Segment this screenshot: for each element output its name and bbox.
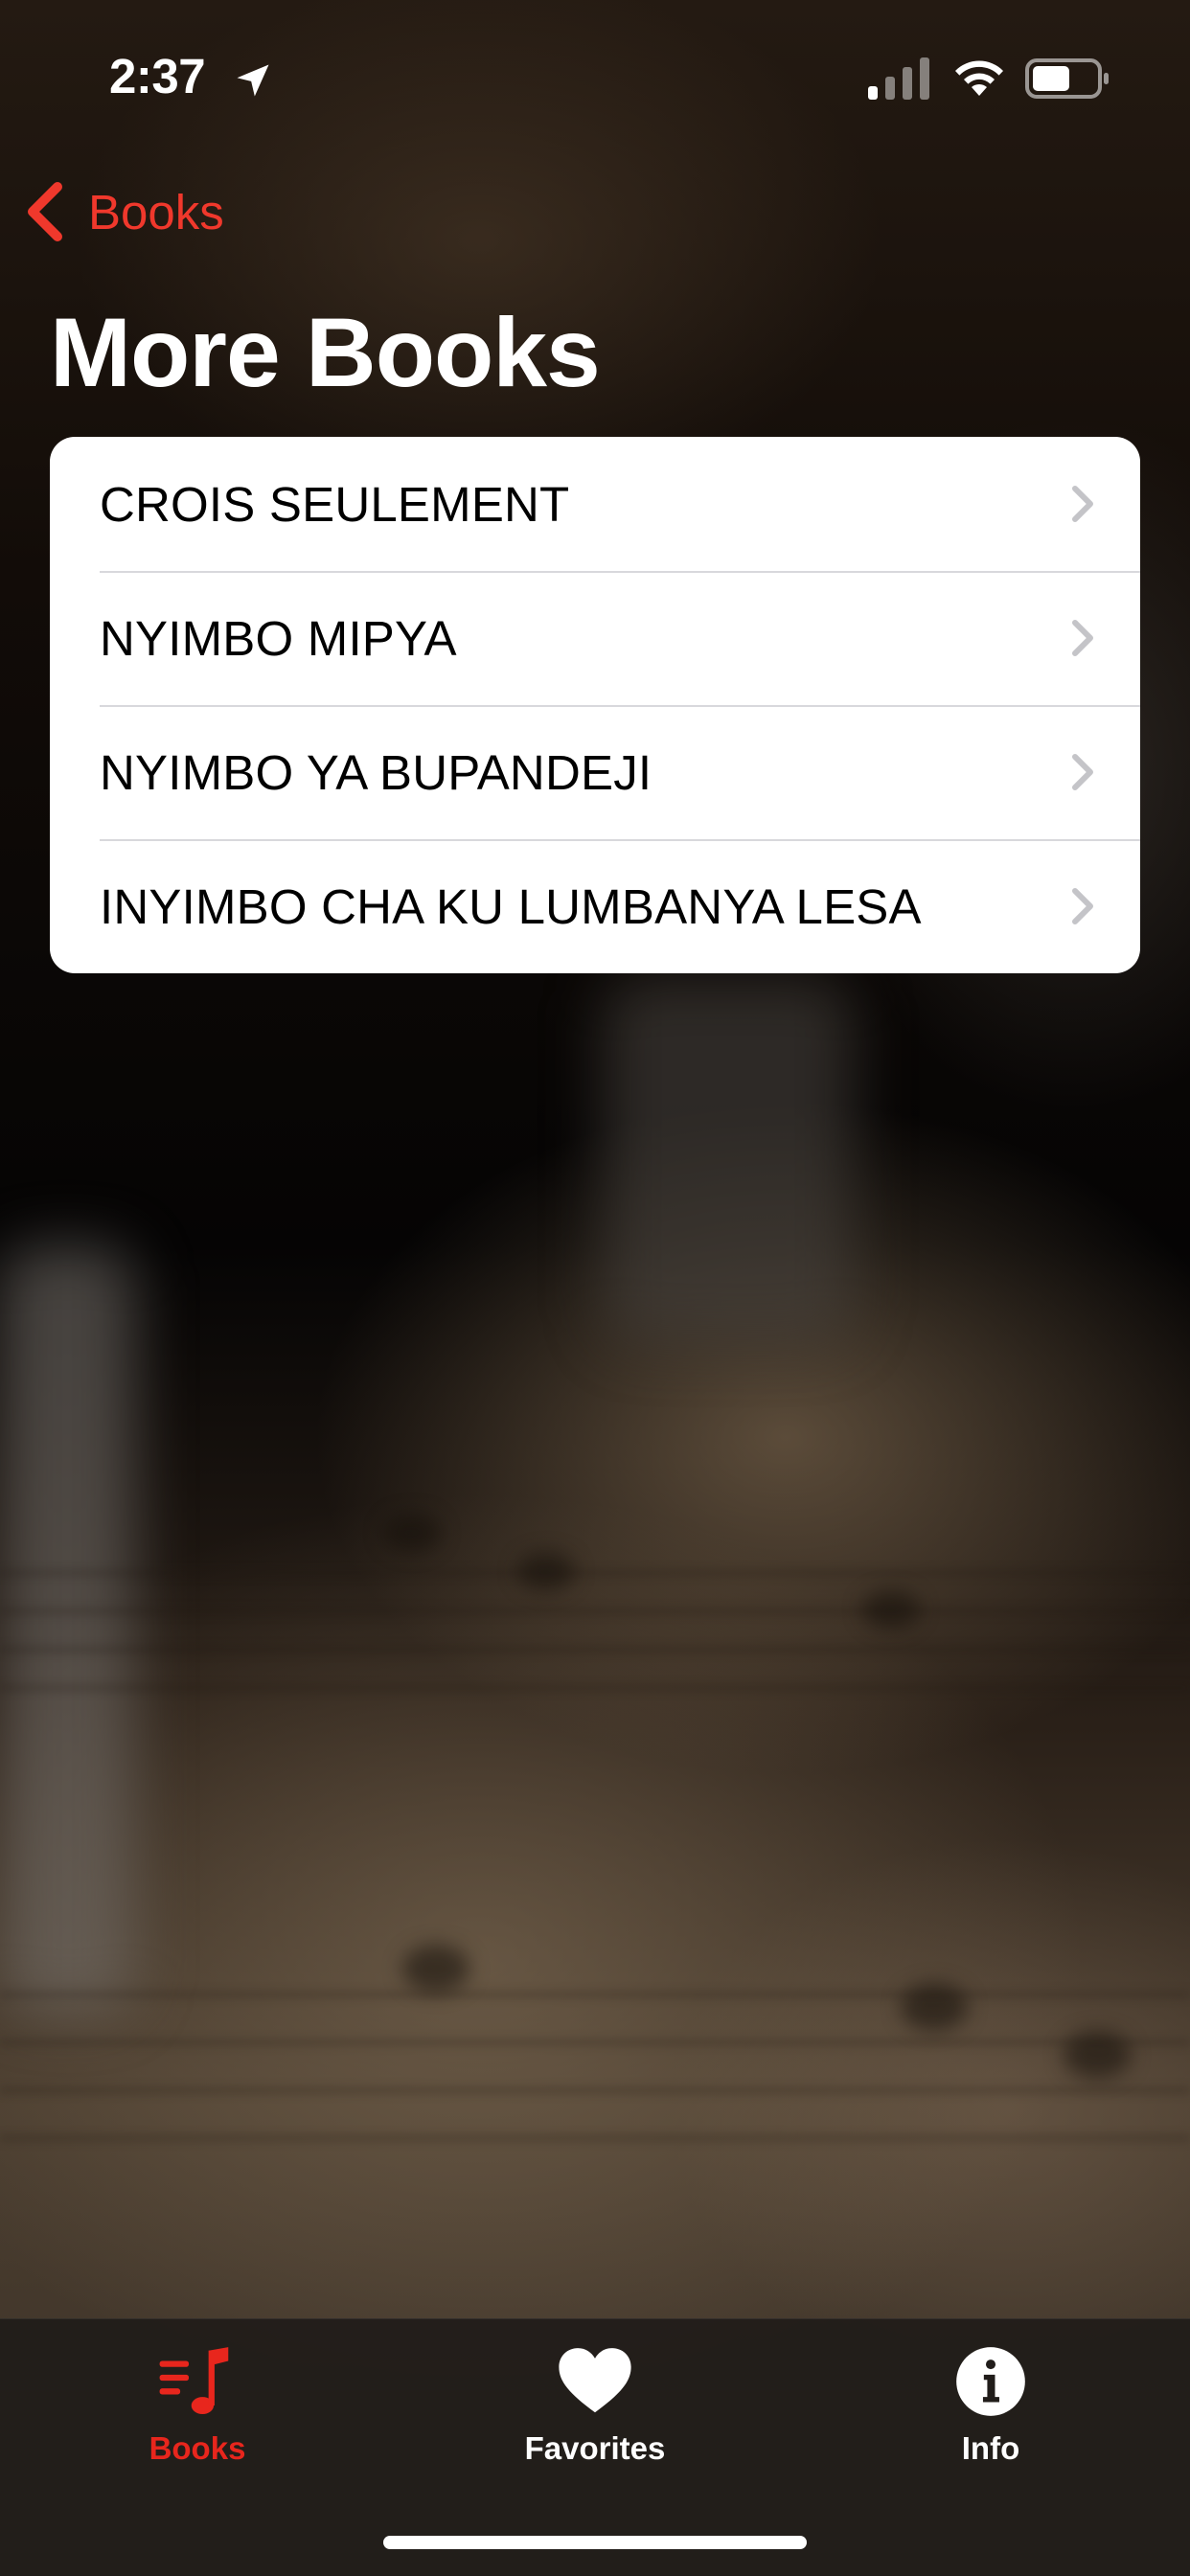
book-row-nyimbo-ya-bupandeji[interactable]: NYIMBO YA BUPANDEJI: [50, 705, 1140, 839]
tab-books-label: Books: [149, 2430, 246, 2466]
page-title: More Books: [50, 298, 601, 407]
battery-icon: [1025, 58, 1109, 99]
tab-books[interactable]: Books: [82, 2340, 312, 2494]
back-button-label: Books: [88, 184, 224, 239]
tab-info-label: Info: [961, 2430, 1020, 2466]
tab-favorites-label: Favorites: [524, 2430, 666, 2466]
chevron-right-icon: [1072, 486, 1093, 522]
info-icon: [956, 2347, 1025, 2416]
chevron-right-icon: [1072, 888, 1093, 924]
music-list-icon: [159, 2347, 229, 2415]
cellular-signal-icon: [868, 57, 929, 100]
tab-info[interactable]: Info: [876, 2340, 1106, 2494]
heart-icon: [559, 2348, 631, 2413]
status-time: 2:37: [109, 49, 206, 103]
book-row-inyimbo-cha-ku-lumbanya-lesa[interactable]: INYIMBO CHA KU LUMBANYA LESA: [50, 839, 1140, 973]
book-row-crois-seulement[interactable]: CROIS SEULEMENT: [50, 437, 1140, 571]
book-label: NYIMBO MIPYA: [100, 610, 457, 666]
wifi-icon: [955, 60, 1003, 96]
book-label: NYIMBO YA BUPANDEJI: [100, 744, 652, 800]
book-label: CROIS SEULEMENT: [100, 476, 570, 532]
back-button[interactable]: Books: [23, 178, 224, 245]
books-list: CROIS SEULEMENT NYIMBO MIPYA NYIMBO YA B…: [50, 437, 1140, 973]
chevron-right-icon: [1072, 620, 1093, 656]
location-arrow-icon: [237, 64, 269, 97]
tab-favorites[interactable]: Favorites: [480, 2340, 710, 2494]
chevron-right-icon: [1072, 754, 1093, 790]
book-label: INYIMBO CHA KU LUMBANYA LESA: [100, 878, 922, 934]
home-indicator[interactable]: [383, 2536, 807, 2549]
book-row-nyimbo-mipya[interactable]: NYIMBO MIPYA: [50, 571, 1140, 705]
status-bar: 2:37: [0, 0, 1190, 144]
chevron-left-icon: [28, 182, 62, 241]
tab-bar: Books Favorites Info: [0, 2318, 1190, 2576]
